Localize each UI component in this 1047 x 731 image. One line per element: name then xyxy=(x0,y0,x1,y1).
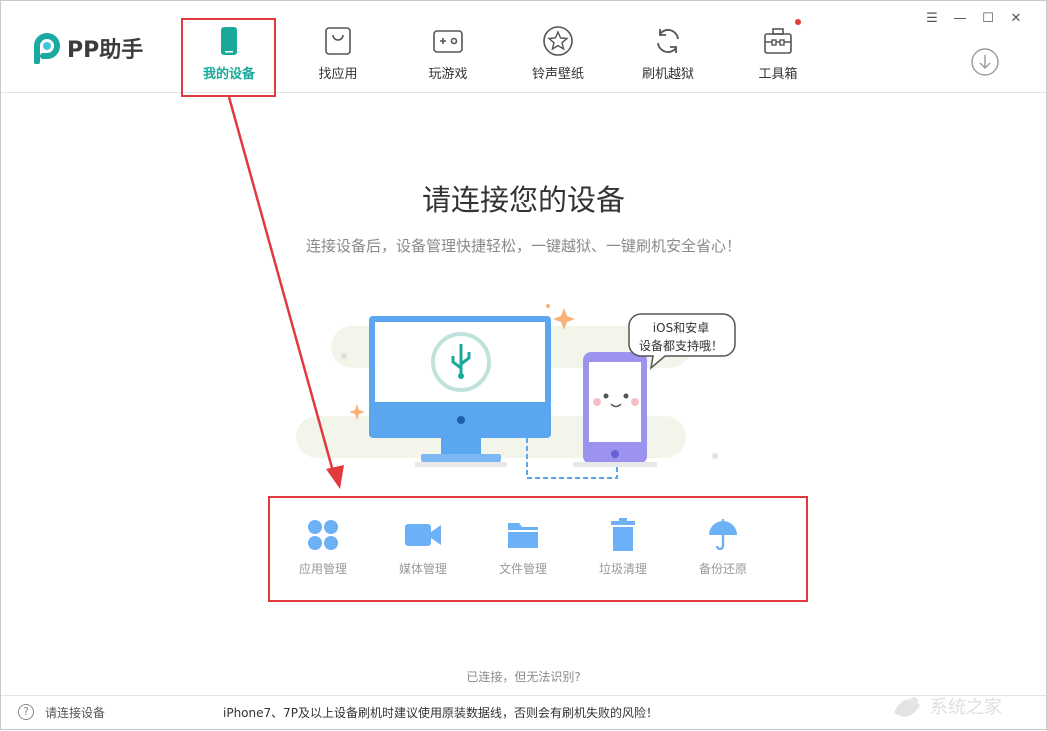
notification-badge xyxy=(795,19,801,25)
watermark-logo: 系统之家 xyxy=(894,697,1002,718)
page-title: 请连接您的设备 xyxy=(421,183,625,217)
bubble-line-2: 设备都支持哦！ xyxy=(639,338,723,353)
feature-label: 应用管理 xyxy=(298,562,347,576)
feature-label: 媒体管理 xyxy=(398,562,447,576)
feature-label: 垃圾清理 xyxy=(598,562,647,576)
trash-icon xyxy=(611,518,635,551)
status-notice: iPhone7、7P及以上设备刷机时建议使用原装数据线，否则会有刷机失败的风险！ xyxy=(223,706,659,720)
tab-flash-jailbreak[interactable]: 刷机越狱 xyxy=(618,19,718,89)
feature-label: 文件管理 xyxy=(498,562,547,576)
tab-toolbox[interactable]: 工具箱 xyxy=(728,19,828,89)
annotation-highlight-tab xyxy=(181,18,276,97)
feature-app-management[interactable]: 应用管理 xyxy=(273,518,373,577)
bubble-line-1: iOS和安卓 xyxy=(653,320,709,335)
tab-find-apps[interactable]: 找应用 xyxy=(288,19,388,89)
minimize-button[interactable]: — xyxy=(950,9,970,29)
app-bag-icon xyxy=(325,27,351,55)
feature-junk-cleanup[interactable]: 垃圾清理 xyxy=(573,518,673,577)
logo: PP助手 xyxy=(31,31,143,65)
folder-icon xyxy=(508,523,538,548)
page-subtitle: 连接设备后，设备管理快捷轻松，一键越狱、一键刷机安全省心！ xyxy=(305,237,741,255)
toolbox-icon xyxy=(764,28,792,54)
tab-label: 找应用 xyxy=(318,67,358,82)
help-icon[interactable]: ? xyxy=(18,704,34,720)
feature-backup-restore[interactable]: 备份还原 xyxy=(673,518,773,577)
connection-status: 请连接设备 xyxy=(45,706,106,720)
watermark-text: 系统之家 xyxy=(930,697,1002,718)
download-icon[interactable] xyxy=(970,47,1000,77)
feature-media-management[interactable]: 媒体管理 xyxy=(373,518,473,577)
app-window: PP助手 我的设备 找应用 玩游戏 铃声壁纸 刷机越狱 工具箱 ☰ — ☐ ✕ … xyxy=(0,0,1047,730)
tab-label: 工具箱 xyxy=(758,67,798,82)
refresh-icon xyxy=(657,29,679,53)
feature-panel: 应用管理 媒体管理 文件管理 垃圾清理 备份还原 xyxy=(268,496,808,602)
star-icon xyxy=(543,26,573,56)
header: PP助手 我的设备 找应用 玩游戏 铃声壁纸 刷机越狱 工具箱 ☰ — ☐ ✕ xyxy=(1,1,1046,93)
video-camera-icon xyxy=(405,524,441,546)
tab-games[interactable]: 玩游戏 xyxy=(398,19,498,89)
umbrella-icon xyxy=(709,519,737,551)
tab-label: 玩游戏 xyxy=(428,67,468,82)
tab-label: 刷机越狱 xyxy=(641,67,694,82)
menu-button[interactable]: ☰ xyxy=(922,9,942,29)
tab-label: 铃声壁纸 xyxy=(531,67,584,82)
pp-logo-icon xyxy=(34,33,60,64)
close-button[interactable]: ✕ xyxy=(1006,9,1026,29)
logo-text: PP助手 xyxy=(67,38,144,63)
gamepad-icon xyxy=(433,30,463,53)
tab-ringtones-wallpapers[interactable]: 铃声壁纸 xyxy=(508,19,608,89)
apps-grid-icon xyxy=(308,520,338,550)
maximize-button[interactable]: ☐ xyxy=(978,9,998,29)
feature-file-management[interactable]: 文件管理 xyxy=(473,518,573,577)
connect-device-illustration: iOS和安卓 设备都支持哦！ xyxy=(296,304,736,479)
feature-label: 备份还原 xyxy=(698,562,747,576)
